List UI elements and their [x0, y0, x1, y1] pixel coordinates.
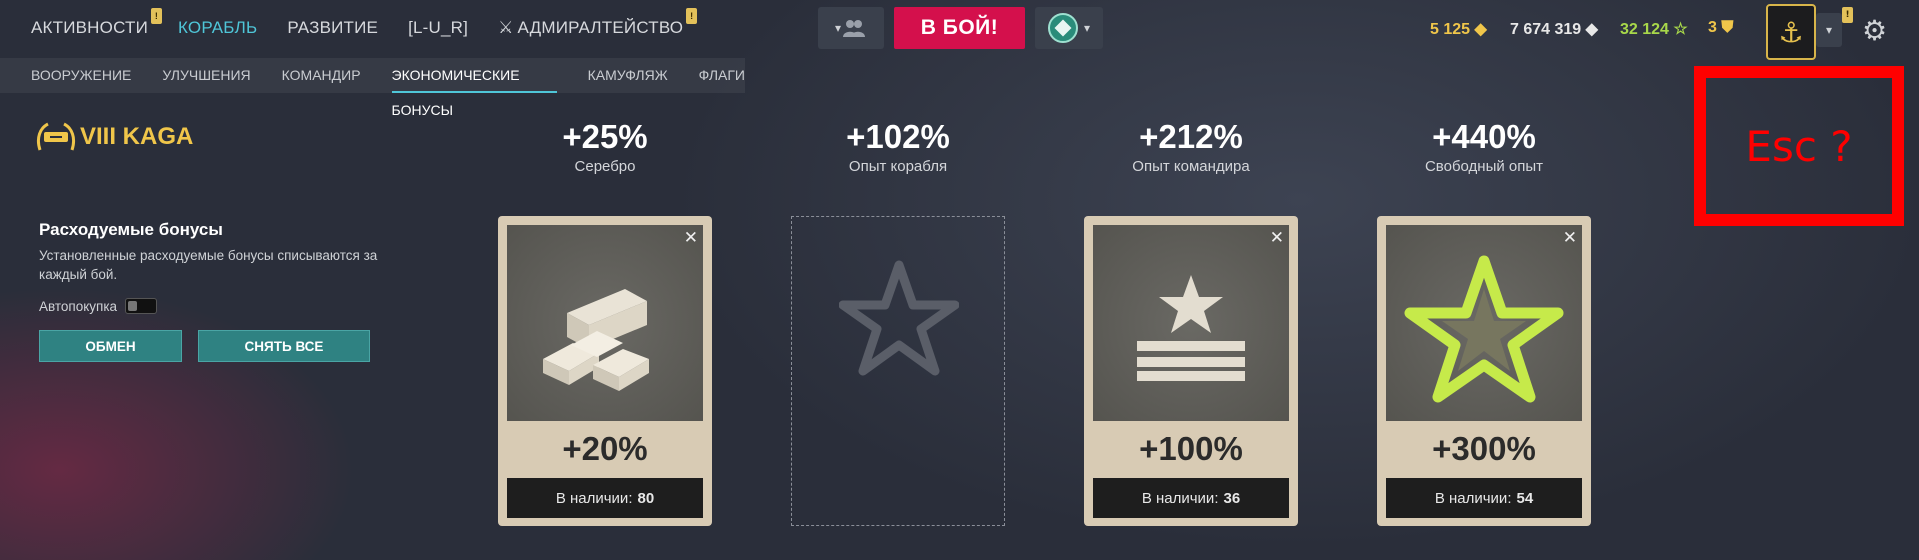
consumables-panel: Расходуемые бонусы Установленные расходу… — [39, 220, 379, 362]
profile-menu-button[interactable]: ▾ — [1816, 13, 1842, 47]
credits-balance[interactable]: 7 674 319 ◆ — [1510, 19, 1598, 39]
tab-flags[interactable]: ФЛАГИ — [699, 58, 745, 93]
division-icon — [843, 20, 866, 37]
autobuy-label: Автопокупка — [39, 298, 118, 314]
remove-all-button[interactable]: СНЯТЬ ВСЕ — [198, 330, 370, 362]
silver-bars-icon — [543, 289, 649, 391]
close-icon[interactable]: ✕ — [684, 230, 698, 247]
nav-admiralty-label: АДМИРАЛТЕЙСТВО — [517, 18, 684, 37]
empty-slot-star-icon — [839, 260, 959, 376]
total-value: +25% — [562, 118, 648, 155]
nav-activities[interactable]: АКТИВНОСТИ! — [31, 8, 162, 38]
card-value: +100% — [1139, 430, 1243, 467]
battle-controls: ▾ В БОЙ! ▾ — [818, 7, 1103, 49]
consumables-actions: ОБМЕН СНЯТЬ ВСЕ — [39, 330, 379, 362]
notification-badge-icon: ! — [151, 8, 162, 24]
total-label: Свободный опыт — [1424, 158, 1544, 175]
ship-title: VIII KAGA — [36, 120, 193, 154]
division-button[interactable]: ▾ — [818, 7, 884, 49]
card-value: +20% — [562, 430, 648, 467]
tab-commander[interactable]: КОМАНДИР — [282, 58, 361, 93]
free-xp-star-icon — [1404, 255, 1564, 403]
battle-button[interactable]: В БОЙ! — [894, 7, 1025, 49]
stock-label: В наличии: — [1434, 489, 1512, 507]
star-icon: ☆ — [1673, 21, 1688, 38]
card-stock: В наличии: 80 — [507, 478, 703, 518]
credits-icon: ◆ — [1585, 21, 1598, 38]
tab-armament[interactable]: ВООРУЖЕНИЕ — [31, 58, 131, 93]
nav-ship-label: КОРАБЛЬ — [178, 18, 258, 37]
total-label: Серебро — [574, 158, 636, 175]
card-image — [507, 225, 703, 421]
consumables-title: Расходуемые бонусы — [39, 220, 223, 239]
notification-badge-icon: ! — [686, 8, 698, 24]
free-xp-balance[interactable]: 32 124 ☆ — [1620, 19, 1688, 39]
nav-development-label: РАЗВИТИЕ — [287, 18, 379, 37]
total-value: +440% — [1432, 118, 1536, 155]
anchor-icon[interactable]: ⚓ — [1766, 4, 1816, 60]
top-bar: АКТИВНОСТИ! КОРАБЛЬ РАЗВИТИЕ [L-U_R] ⚔ АД… — [0, 0, 1919, 60]
crossed-swords-icon: ⚔ — [498, 18, 514, 37]
nav-activities-label: АКТИВНОСТИ — [31, 18, 148, 37]
consumables-description: Установленные расходуемые бонусы списыва… — [39, 248, 378, 282]
doubloon-icon: ◆ — [1474, 21, 1487, 38]
total-value: +212% — [1139, 118, 1243, 155]
card-stock: В наличии: 36 — [1093, 478, 1289, 518]
nav-clan[interactable]: [L-U_R] — [408, 18, 468, 38]
doubloons-value: 5 125 — [1430, 21, 1471, 38]
close-icon[interactable]: ✕ — [1563, 230, 1577, 247]
autobuy-row: Автопокупка — [39, 298, 379, 314]
total-free-xp: +440% Свободный опыт — [1377, 118, 1591, 175]
commander-xp-icon — [1137, 275, 1245, 381]
stock-count: 80 — [637, 489, 655, 507]
nav-admiralty[interactable]: ⚔ АДМИРАЛТЕЙСТВО! — [498, 8, 698, 38]
tab-camouflage[interactable]: КАМУФЛЯЖ — [588, 58, 668, 93]
nav-clan-label: [L-U_R] — [408, 18, 469, 37]
tokens-value: 3 — [1708, 19, 1717, 36]
tab-upgrades[interactable]: УЛУЧШЕНИЯ — [162, 58, 250, 93]
free-xp-value: 32 124 — [1620, 21, 1669, 38]
tab-economic-bonuses[interactable]: ЭКОНОМИЧЕСКИЕ БОНУСЫ — [391, 58, 557, 118]
card-value: +300% — [1432, 430, 1536, 467]
total-commander-xp: +212% Опыт командира — [1084, 118, 1298, 175]
esc-hint-annotation: Esc ? — [1694, 66, 1904, 226]
battle-mode-icon — [1047, 13, 1078, 43]
card-image — [1093, 225, 1289, 421]
total-label: Опыт командира — [1132, 158, 1250, 175]
stock-label: В наличии: — [555, 489, 633, 507]
autobuy-toggle[interactable] — [125, 298, 158, 314]
ship-class-icon — [36, 122, 76, 151]
exchange-button[interactable]: ОБМЕН — [39, 330, 182, 362]
sub-nav: ВООРУЖЕНИЕ УЛУЧШЕНИЯ КОМАНДИР ЭКОНОМИЧЕС… — [0, 58, 745, 118]
bonus-card-silver[interactable]: ✕ +20% В наличии: 80 — [498, 216, 712, 526]
stock-count: 36 — [1223, 489, 1241, 507]
battle-mode-selector[interactable]: ▾ — [1035, 7, 1103, 49]
close-icon[interactable]: ✕ — [1270, 230, 1284, 247]
tokens-balance[interactable]: 3 ⛊ — [1708, 19, 1733, 37]
total-label: Опыт корабля — [848, 158, 948, 175]
notification-badge-icon: ! — [1842, 7, 1853, 23]
gear-icon[interactable]: ⚙ — [1862, 14, 1887, 47]
total-silver: +25% Серебро — [498, 118, 712, 175]
card-image — [1386, 225, 1582, 421]
bonus-slot-empty[interactable] — [791, 216, 1005, 526]
bonus-card-free-xp[interactable]: ✕ +300% В наличии: 54 — [1377, 216, 1591, 526]
shield-token-icon: ⛊ — [1721, 19, 1734, 36]
credits-value: 7 674 319 — [1510, 21, 1582, 38]
bonus-card-commander-xp[interactable]: ✕ +100% В наличии: 36 — [1084, 216, 1298, 526]
main-nav: АКТИВНОСТИ! КОРАБЛЬ РАЗВИТИЕ [L-U_R] ⚔ АД… — [31, 8, 713, 38]
ship-name: VIII KAGA — [80, 123, 194, 150]
chevron-down-icon: ▾ — [1083, 21, 1091, 35]
total-ship-xp: +102% Опыт корабля — [791, 118, 1005, 175]
doubloons-balance[interactable]: 5 125 ◆ — [1430, 19, 1487, 39]
nav-ship[interactable]: КОРАБЛЬ — [178, 18, 257, 38]
stock-count: 54 — [1516, 489, 1534, 507]
esc-hint-text: Esc ? — [1745, 121, 1853, 171]
chevron-down-icon: ▾ — [1825, 23, 1833, 37]
card-stock: В наличии: 54 — [1386, 478, 1582, 518]
nav-development[interactable]: РАЗВИТИЕ — [287, 18, 378, 38]
stock-label: В наличии: — [1141, 489, 1219, 507]
total-value: +102% — [846, 118, 950, 155]
